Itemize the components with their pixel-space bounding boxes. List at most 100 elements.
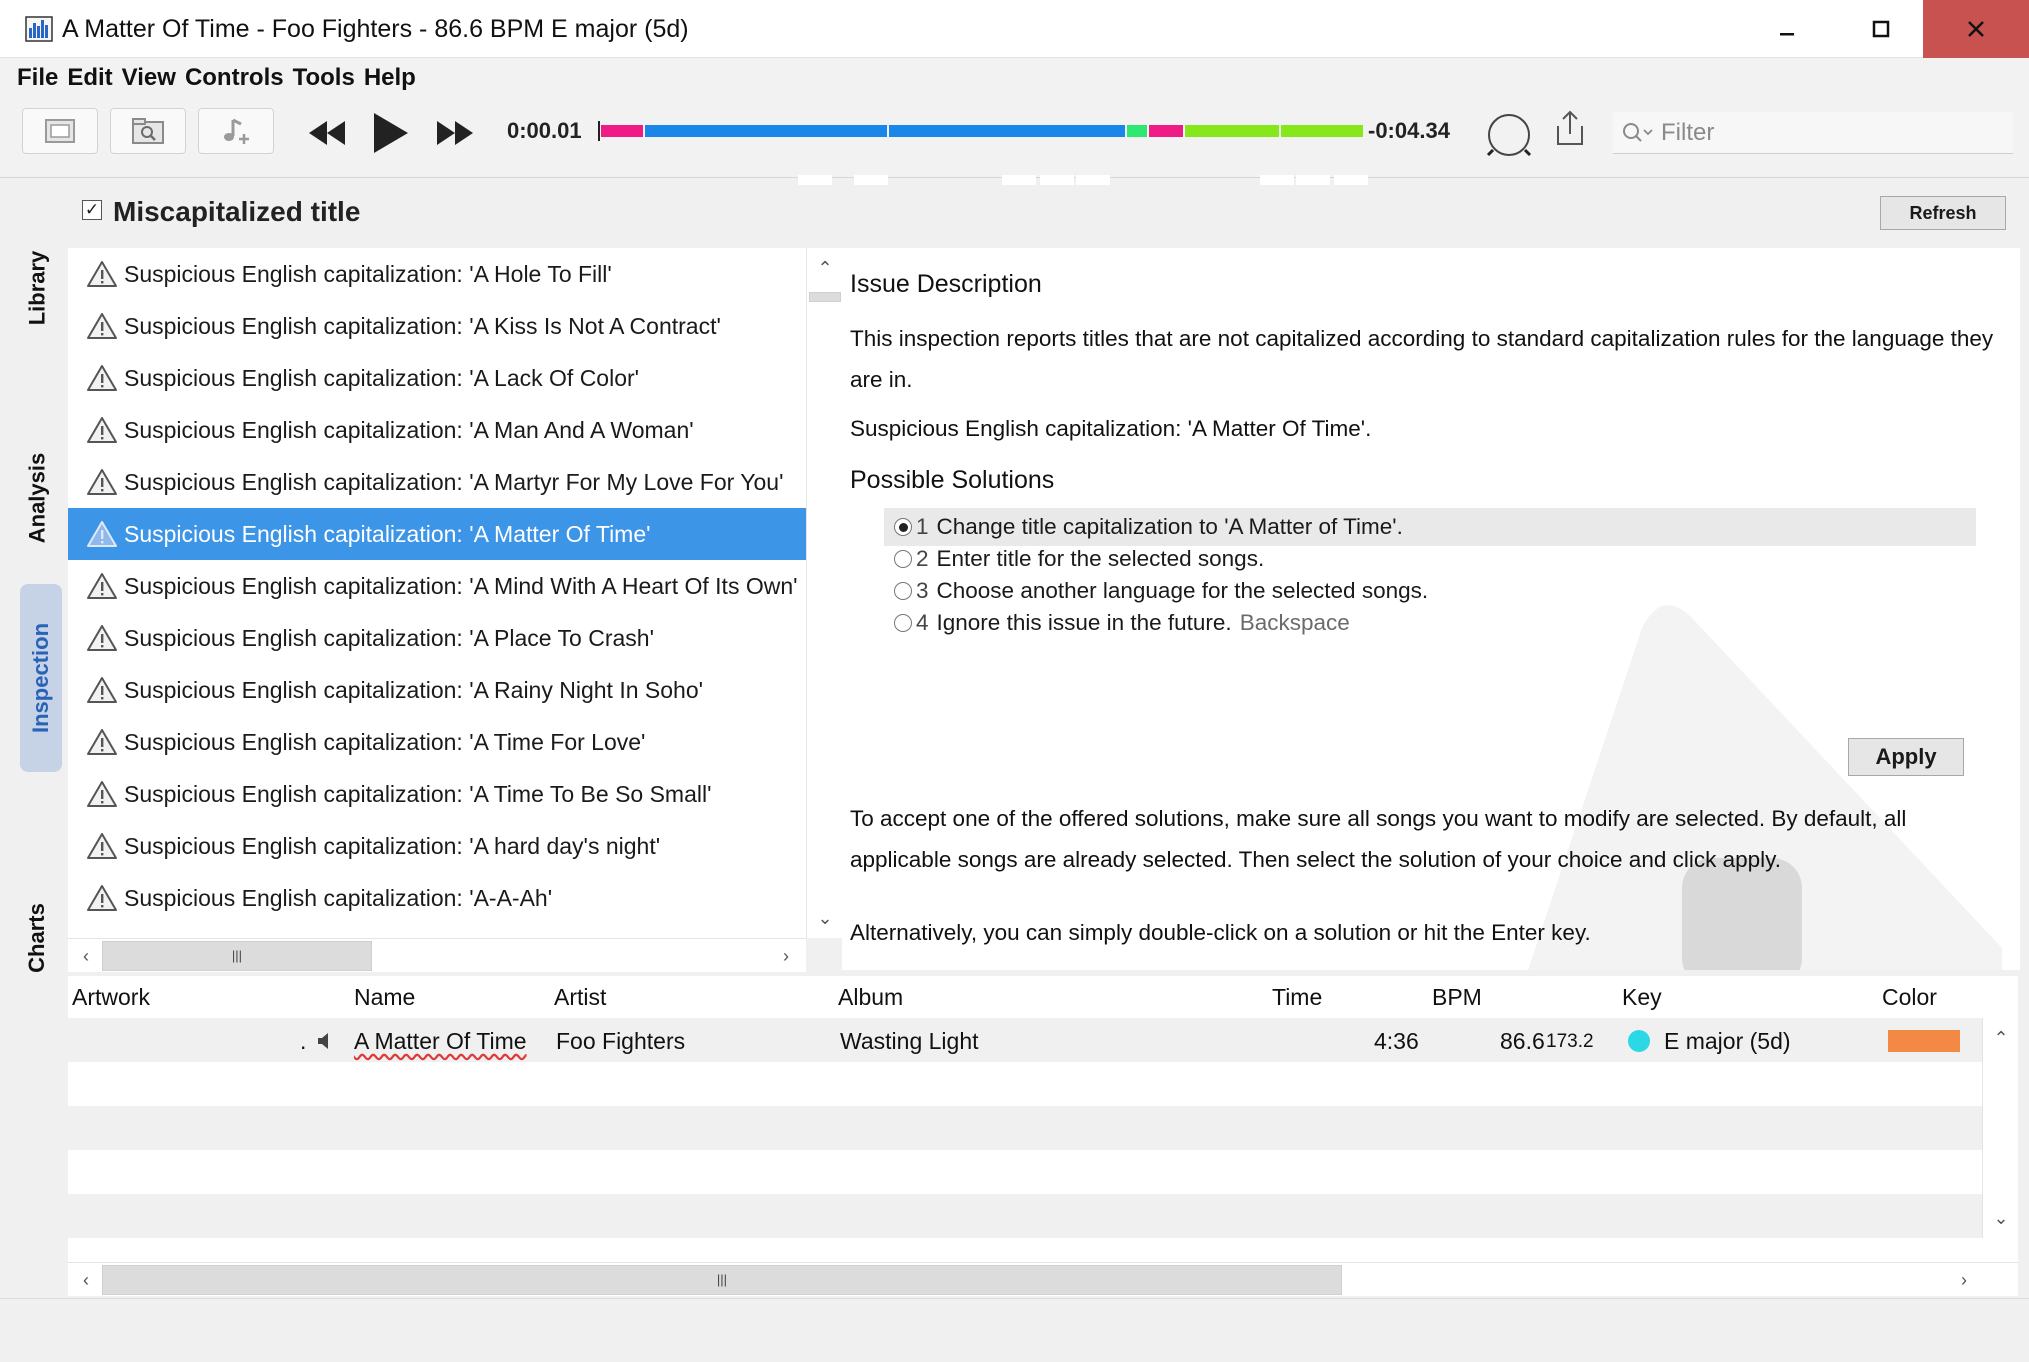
cover-view-button[interactable] (22, 108, 98, 154)
scroll-down-arrow[interactable]: ⌄ (809, 902, 841, 934)
scroll-thumb[interactable] (809, 292, 841, 302)
song-name: A Matter Of Time (354, 1028, 527, 1054)
solution-number: 4 (916, 610, 929, 635)
table-vertical-scrollbar[interactable]: ⌃ ⌄ (1982, 1018, 2018, 1238)
column-header-artwork[interactable]: Artwork (72, 984, 150, 1011)
issue-list-item[interactable]: Suspicious English capitalization: 'A ha… (68, 820, 806, 872)
filter-input[interactable]: Filter (1613, 112, 2013, 154)
volume-knob[interactable] (1484, 110, 1534, 160)
scroll-left-arrow[interactable]: ‹ (70, 940, 102, 972)
tab-analysis[interactable]: Analysis (14, 378, 60, 618)
search-view-button[interactable] (110, 108, 186, 154)
knob-icon (1486, 114, 1532, 157)
radio-button[interactable] (894, 582, 912, 600)
issue-list-vertical-scrollbar[interactable]: ⌃ ⌄ (806, 248, 842, 938)
tab-library-label: Library (24, 250, 49, 326)
column-header-color[interactable]: Color (1882, 984, 1937, 1011)
current-issue-text: Suspicious English capitalization: 'A Ma… (850, 416, 1372, 441)
scroll-thumb[interactable]: ||| (102, 1265, 1342, 1295)
next-button[interactable] (432, 110, 478, 156)
alternative-instructions: Alternatively, you can simply double-cli… (850, 920, 1591, 945)
issue-list-item[interactable]: Suspicious English capitalization: 'A Ti… (68, 768, 806, 820)
scroll-left-arrow[interactable]: ‹ (70, 1264, 102, 1296)
play-icon (374, 113, 408, 153)
song-time: 4:36 (1374, 1028, 1419, 1054)
issue-list-item[interactable]: Suspicious English capitalization: 'A La… (68, 352, 806, 404)
elapsed-time: 0:00.01 (507, 118, 582, 143)
scroll-thumb[interactable]: ||| (102, 941, 372, 971)
scroll-up-arrow[interactable]: ⌃ (1985, 1022, 2017, 1054)
column-header-artist[interactable]: Artist (554, 984, 606, 1011)
issue-list-item[interactable]: Suspicious English capitalization: 'A-A-… (68, 872, 806, 924)
issue-list-horizontal-scrollbar[interactable]: ‹ ||| › (68, 938, 806, 972)
tab-charts-label: Charts (24, 903, 49, 973)
song-artist: Foo Fighters (556, 1028, 686, 1054)
issue-list-item[interactable]: Suspicious English capitalization: 'A Pl… (68, 612, 806, 664)
inspection-enabled-checkbox[interactable]: ✓ (82, 200, 102, 220)
waveform-seekbar[interactable] (598, 121, 1368, 185)
radio-button[interactable] (894, 550, 912, 568)
solution-text: Change title capitalization to 'A Matter… (936, 514, 1403, 539)
issue-list-item[interactable]: Suspicious English capitalization: 'A Ma… (68, 404, 806, 456)
table-row[interactable]: . A Matter Of Time Foo Fighters Wasting … (68, 1018, 1982, 1062)
fast-forward-icon (437, 121, 473, 145)
column-header-time[interactable]: Time (1272, 984, 1322, 1011)
maximize-button[interactable] (1834, 0, 1928, 58)
play-button[interactable] (366, 110, 412, 156)
warning-icon (87, 365, 117, 391)
solution-option[interactable]: 4 Ignore this issue in the future. Backspa… (884, 604, 1976, 642)
issue-list-item[interactable]: Suspicious English capitalization: 'A Ma… (68, 508, 806, 560)
radio-button[interactable] (894, 614, 912, 632)
minimize-button[interactable] (1740, 0, 1834, 58)
share-button[interactable] (1552, 108, 1588, 152)
menu-bar: File Edit View Controls Tools Help (0, 58, 2029, 98)
issue-list-item[interactable]: Suspicious English capitalization: 'A Ra… (68, 664, 806, 716)
tab-library[interactable]: Library (14, 208, 60, 368)
playhead[interactable] (598, 121, 600, 141)
table-row (68, 1194, 1982, 1238)
table-header: Artwork Name Artist Album Time BPM Key C… (68, 976, 2018, 1018)
segment-blue (645, 125, 887, 137)
solutions-heading: Possible Solutions (850, 466, 1055, 494)
menu-controls[interactable]: Controls (185, 64, 284, 92)
refresh-button[interactable]: Refresh (1880, 196, 2006, 230)
issue-label: Suspicious English capitalization: 'A Ra… (124, 676, 703, 703)
previous-button[interactable] (304, 110, 350, 156)
table-horizontal-scrollbar[interactable]: ‹ ||| › (68, 1262, 2018, 1296)
segment-pink (1149, 125, 1183, 137)
issue-label: Suspicious English capitalization: 'A-A-… (124, 884, 553, 911)
tab-analysis-label: Analysis (24, 452, 49, 544)
issue-list-item[interactable]: Suspicious English capitalization: 'A Ti… (68, 716, 806, 768)
add-music-button[interactable] (198, 108, 274, 154)
scroll-right-arrow[interactable]: › (1948, 1264, 1980, 1296)
apply-button[interactable]: Apply (1848, 738, 1964, 776)
song-key: E major (5d) (1664, 1028, 1791, 1054)
scroll-right-arrow[interactable]: › (770, 940, 802, 972)
segment-lime (1185, 125, 1279, 137)
tab-inspection-label: Inspection (28, 622, 54, 734)
column-header-album[interactable]: Album (838, 984, 903, 1011)
radio-button[interactable] (894, 518, 912, 536)
menu-edit[interactable]: Edit (67, 64, 112, 92)
issue-label: Suspicious English capitalization: 'A Pl… (124, 624, 654, 651)
table-row (68, 1150, 1982, 1194)
close-button[interactable] (1923, 0, 2029, 58)
column-header-bpm[interactable]: BPM (1432, 984, 1482, 1011)
menu-view[interactable]: View (122, 64, 176, 92)
tab-charts[interactable]: Charts (14, 818, 60, 1058)
side-tabs: Library Analysis Inspection Charts (14, 178, 64, 1298)
app-icon (25, 16, 53, 42)
issue-list-item[interactable]: Suspicious English capitalization: 'A Ki… (68, 300, 806, 352)
song-color-swatch[interactable] (1888, 1030, 1960, 1052)
issue-list-item[interactable]: Suspicious English capitalization: 'A Mi… (68, 560, 806, 612)
column-header-name[interactable]: Name (354, 984, 415, 1011)
scroll-down-arrow[interactable]: ⌄ (1985, 1202, 2017, 1234)
issue-list-item[interactable]: Suspicious English capitalization: 'A Ho… (68, 248, 806, 300)
tab-inspection[interactable]: Inspection (20, 584, 62, 772)
column-header-key[interactable]: Key (1622, 984, 1662, 1011)
scroll-up-arrow[interactable]: ⌃ (809, 252, 841, 284)
menu-help[interactable]: Help (364, 64, 416, 92)
menu-tools[interactable]: Tools (293, 64, 355, 92)
issue-list-item[interactable]: Suspicious English capitalization: 'A Ma… (68, 456, 806, 508)
menu-file[interactable]: File (17, 64, 58, 92)
